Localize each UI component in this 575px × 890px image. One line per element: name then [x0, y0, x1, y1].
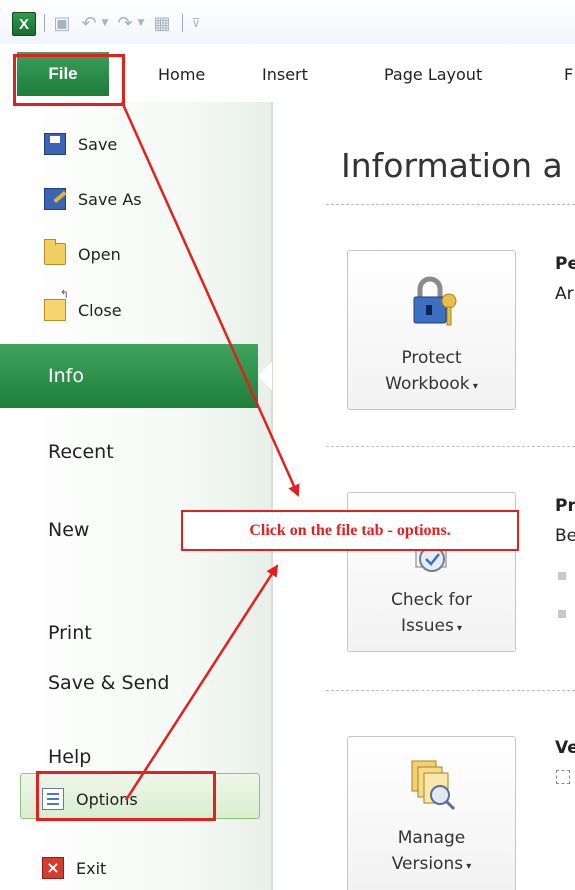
arrow-from-file-tab [120, 101, 300, 497]
instruction-callout: Click on the file tab - options. [181, 510, 519, 551]
arrow-from-options [124, 564, 279, 801]
annotation-arrows [120, 101, 300, 801]
